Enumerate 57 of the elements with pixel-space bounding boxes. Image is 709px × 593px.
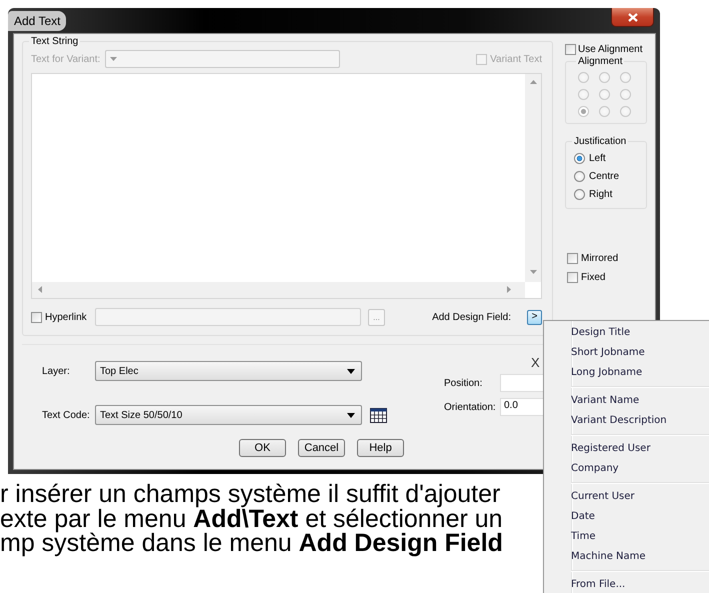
scroll-right-icon: [507, 286, 511, 294]
radio-button[interactable]: [574, 170, 585, 182]
menu-item[interactable]: Design Title: [544, 323, 709, 343]
group-title: Text String: [30, 36, 80, 47]
field-label: Orientation:: [444, 402, 497, 412]
window-title: Add Text: [8, 10, 66, 30]
scroll-left-icon: [38, 286, 42, 294]
column-heading: X: [531, 355, 540, 370]
field-label: Add Design Field:: [432, 312, 511, 323]
checkbox-label: Use Alignment: [578, 44, 642, 55]
layer-dropdown[interactable]: Top Elec: [95, 361, 362, 381]
group-title: Alignment: [577, 56, 624, 67]
scroll-down-icon: [530, 270, 536, 274]
checkbox-label: Hyperlink: [45, 312, 87, 323]
close-icon: [628, 12, 638, 22]
checkbox-label: Fixed: [581, 272, 606, 283]
scroll-up-icon: [530, 80, 536, 84]
dropdown-arrow-icon: [347, 412, 355, 418]
dropdown-arrow-icon: [347, 368, 355, 374]
checkbox[interactable]: [567, 253, 578, 264]
checkbox[interactable]: [31, 312, 42, 323]
radio-label: Centre: [589, 170, 620, 182]
checkbox[interactable]: [567, 272, 578, 283]
text-code-dropdown[interactable]: Text Size 50/50/10: [95, 405, 362, 425]
field-label: Position:: [444, 378, 484, 388]
vertical-scrollbar[interactable]: [525, 74, 541, 282]
radio-button[interactable]: [574, 152, 585, 164]
field-label: Text Code:: [42, 410, 91, 420]
radio-label: Right: [589, 188, 612, 200]
menu-item[interactable]: Current User: [544, 487, 709, 507]
close-button[interactable]: [611, 8, 654, 27]
dropdown-arrow-icon: [110, 57, 117, 62]
menu-item[interactable]: From File...: [544, 575, 709, 593]
group-title: Justification: [573, 136, 628, 147]
hyperlink-field[interactable]: [95, 308, 361, 326]
dialog-button[interactable]: Cancel: [298, 439, 345, 457]
menu-item[interactable]: Company: [544, 459, 709, 479]
menu-item[interactable]: Short Jobname: [544, 343, 709, 363]
menu-item[interactable]: Time: [544, 527, 709, 547]
checkbox-label: Mirrored: [581, 253, 618, 264]
dialog-button[interactable]: OK: [239, 439, 286, 457]
menu-item[interactable]: Registered User: [544, 439, 709, 459]
menu-item[interactable]: Machine Name: [544, 547, 709, 567]
radio-label: Left: [589, 152, 606, 164]
menu-item[interactable]: Long Jobname: [544, 363, 709, 383]
text-area[interactable]: [31, 72, 542, 299]
field-label: Layer:: [42, 366, 71, 376]
checkbox[interactable]: [565, 44, 576, 55]
caption-text: r insérer un champs système il suffit d'ajouter exte par le menu Add\Text et sélectionner un mp système dans le menu Add Design Field: [0, 482, 504, 556]
menu-item[interactable]: Date: [544, 507, 709, 527]
field-label: Text for Variant:: [31, 54, 102, 65]
add-design-field-button[interactable]: >: [527, 310, 542, 325]
horizontal-scrollbar[interactable]: [32, 282, 525, 298]
radio-button[interactable]: [574, 188, 585, 200]
dialog-button[interactable]: Help: [357, 439, 404, 457]
table-icon[interactable]: [370, 408, 387, 422]
checkbox-label: Variant Text: [490, 54, 542, 65]
